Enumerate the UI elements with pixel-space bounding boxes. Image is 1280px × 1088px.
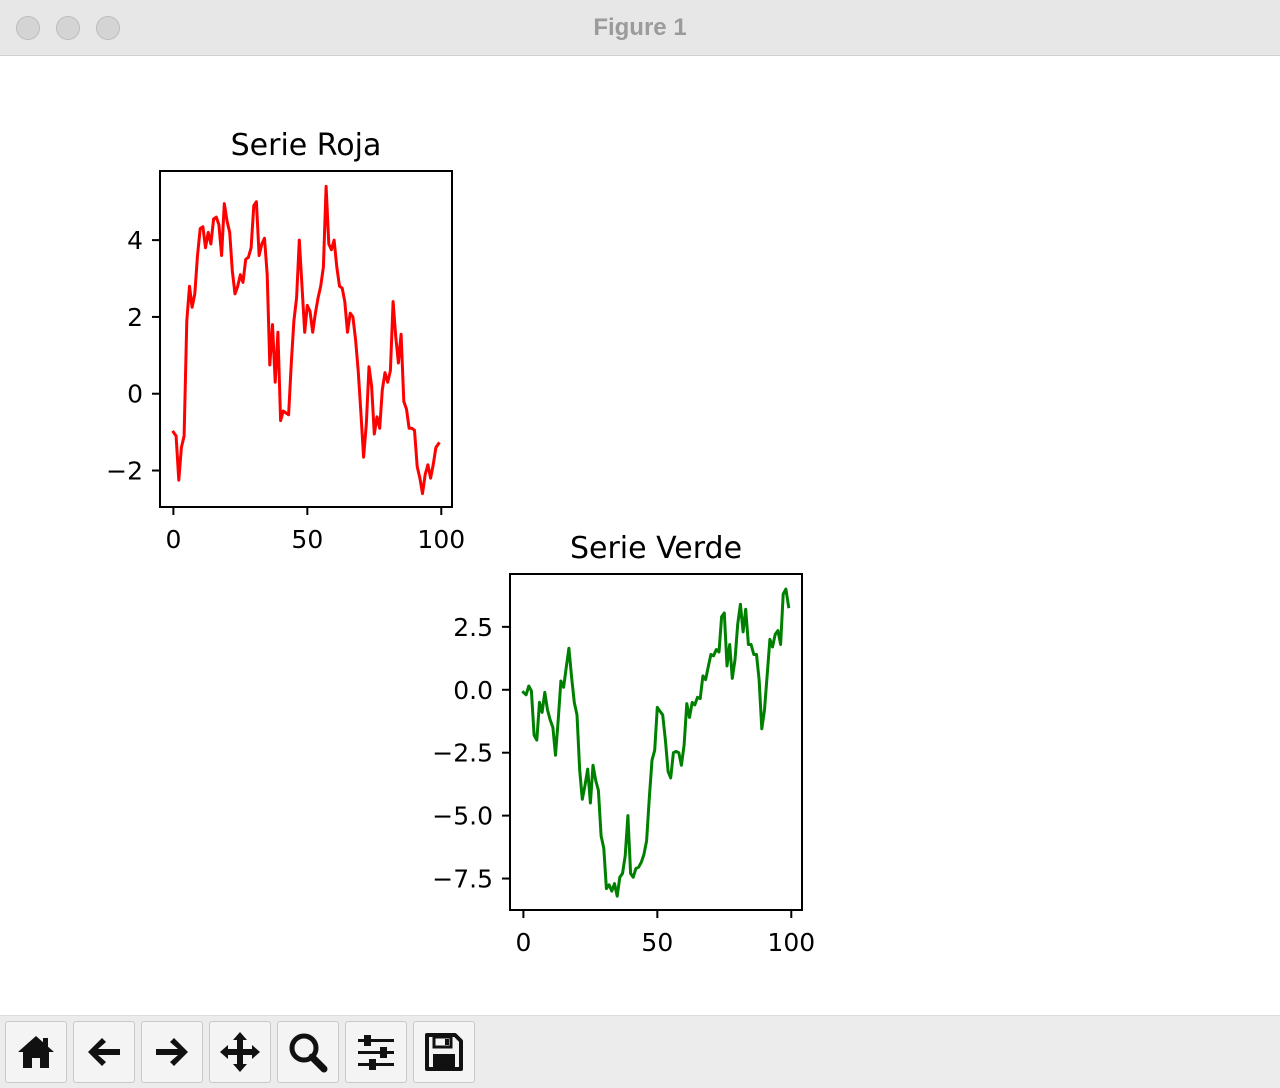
arrow-right-icon bbox=[156, 1038, 188, 1066]
figure-svg: Serie Roja 0 50 100 −2 0 2 4 Serie Verde 0 50 100 −7… bbox=[106, 128, 815, 957]
chart-1-x-tick-label: 50 bbox=[291, 525, 323, 554]
chart-1-y-tick-label: 2 bbox=[127, 303, 143, 332]
chart-2-y-tick-label: −5.0 bbox=[432, 802, 493, 831]
chart-1-series-line bbox=[171, 184, 441, 496]
chart-1-x-tick-label: 100 bbox=[417, 525, 465, 554]
chart-1-y-tick-label: 0 bbox=[127, 380, 143, 409]
chart-2-y-tick-label: 2.5 bbox=[453, 613, 493, 642]
home-button[interactable] bbox=[5, 1021, 67, 1083]
chart-2-x-tick-label: 50 bbox=[641, 928, 673, 957]
chart-2-y-tick-label: −7.5 bbox=[432, 865, 493, 894]
home-icon bbox=[18, 1036, 54, 1068]
chart-1-y-tick-label: −2 bbox=[106, 457, 143, 486]
window-title: Figure 1 bbox=[593, 14, 687, 41]
chart-1-title: Serie Roja bbox=[231, 128, 382, 163]
figure-canvas: Serie Roja 0 50 100 −2 0 2 4 Serie Verde 0 50 100 −7… bbox=[0, 57, 1280, 1015]
magnifier-icon bbox=[289, 1033, 328, 1073]
pan-button[interactable] bbox=[209, 1021, 271, 1083]
save-button[interactable] bbox=[413, 1021, 475, 1083]
zoom-button[interactable] bbox=[277, 1021, 339, 1083]
chart-2-title: Serie Verde bbox=[570, 531, 742, 566]
configure-subplots-button[interactable] bbox=[345, 1021, 407, 1083]
move-icon bbox=[220, 1032, 260, 1072]
sliders-icon bbox=[358, 1035, 394, 1070]
floppy-disk-icon bbox=[425, 1033, 463, 1071]
forward-button[interactable] bbox=[141, 1021, 203, 1083]
back-button[interactable] bbox=[73, 1021, 135, 1083]
arrow-left-icon bbox=[88, 1038, 120, 1066]
chart-2-y-tick-label: −2.5 bbox=[432, 739, 493, 768]
chart-2-x-tick-label: 100 bbox=[767, 928, 815, 957]
chart-2-series-line bbox=[521, 587, 791, 898]
navigation-toolbar bbox=[0, 1015, 1280, 1088]
window-titlebar: Figure 1 bbox=[0, 0, 1280, 56]
chart-1-axes-frame bbox=[159, 170, 453, 508]
chart-1-x-tick-label: 0 bbox=[165, 525, 181, 554]
chart-1-y-tick-label: 4 bbox=[127, 226, 143, 255]
chart-2-x-tick-label: 0 bbox=[515, 928, 531, 957]
chart-2-y-tick-label: 0.0 bbox=[453, 676, 493, 705]
